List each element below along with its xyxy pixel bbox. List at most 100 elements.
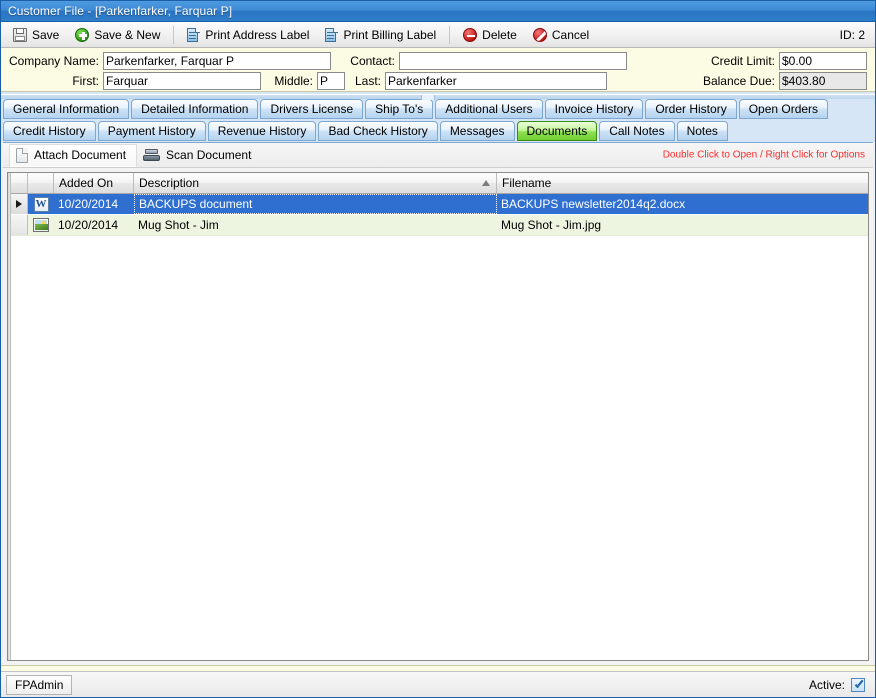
word-document-icon (33, 196, 49, 212)
table-row[interactable]: 10/20/2014 BACKUPS document BACKUPS news… (11, 194, 868, 215)
floppy-disk-icon (13, 27, 27, 42)
active-label: Active: (808, 677, 845, 692)
tab-strip-divider (1, 94, 875, 100)
toolbar-separator-1 (173, 25, 175, 44)
documents-grid: Added On Description Filename W 10/20/20… (7, 172, 869, 661)
row-filename-cell: BACKUPS newsletter2014q2.docx (501, 197, 686, 211)
grid-header-file-icon (28, 173, 54, 193)
form-right-column: Credit Limit: Balance Due: (679, 48, 875, 91)
documents-action-bar: Attach Document Scan Document Double Cli… (3, 143, 873, 168)
scan-document-button[interactable]: Scan Document (137, 144, 261, 167)
image-file-icon (33, 218, 49, 232)
save-button-label: Save (32, 27, 60, 42)
status-bar: FPAdmin Active: (1, 671, 875, 697)
grid-header-label: Added On (59, 176, 114, 190)
print-label-icon (325, 27, 339, 42)
row-description-cell: Mug Shot - Jim (138, 218, 219, 232)
grid-header-description[interactable]: Description (134, 173, 497, 193)
tab-label: General Information (13, 102, 120, 116)
print-address-label-button[interactable]: Print Address Label (179, 24, 317, 46)
grid-header-added-on[interactable]: Added On (54, 173, 134, 193)
middle-name-input[interactable] (317, 71, 345, 90)
tab-label: Detailed Information (141, 102, 249, 116)
credit-limit-input[interactable] (779, 51, 867, 70)
scan-document-button-label: Scan Document (166, 148, 252, 162)
tab-label: Documents (526, 124, 588, 138)
attach-document-button[interactable]: Attach Document (9, 143, 138, 167)
grid-left-indicator-strip (8, 173, 11, 660)
grid-header-filename[interactable]: Filename (497, 173, 868, 193)
tab-additional-users[interactable]: Additional Users (435, 99, 543, 119)
cancel-button-label: Cancel (551, 27, 590, 42)
name-row: First: Middle: Last: (5, 71, 679, 90)
tab-documents[interactable]: Documents (516, 121, 598, 141)
credit-limit-label: Credit Limit: (710, 53, 775, 68)
documents-tab-page: Attach Document Scan Document Double Cli… (3, 142, 873, 665)
print-address-label-button-label: Print Address Label (205, 27, 310, 42)
grid-header-label: Filename (502, 176, 552, 190)
row-added-on-cell: 10/20/2014 (58, 197, 119, 211)
tab-label: Credit History (13, 124, 86, 138)
grid-body: 10/20/2014 BACKUPS document BACKUPS news… (11, 194, 868, 660)
tab-credit-history[interactable]: Credit History (3, 121, 96, 141)
cancel-button[interactable]: Cancel (525, 24, 597, 46)
table-row[interactable]: 10/20/2014 Mug Shot - Jim Mug Shot - Jim… (11, 215, 868, 236)
tab-ship-tos[interactable]: Ship To's (365, 99, 434, 119)
print-billing-label-button[interactable]: Print Billing Label (317, 24, 444, 46)
sort-ascending-icon (482, 180, 490, 186)
tab-invoice-history[interactable]: Invoice History (544, 99, 644, 119)
middle-name-label: Middle: (274, 73, 313, 88)
current-row-caret-icon (16, 200, 22, 208)
save-and-new-button[interactable]: Save & New (67, 24, 168, 46)
tab-row-1: General Information Detailed Information… (1, 99, 875, 120)
grid-header-row-indicator (11, 173, 28, 193)
tab-strip-scroll-thumb[interactable] (421, 95, 435, 100)
grid-header-row: Added On Description Filename (11, 173, 868, 194)
tab-row-2: Credit History Payment History Revenue H… (1, 121, 875, 142)
tab-label: Bad Check History (328, 124, 428, 138)
tab-detailed-information[interactable]: Detailed Information (131, 99, 259, 119)
row-indicator-cell (11, 194, 28, 214)
tab-general-information[interactable]: General Information (3, 99, 130, 119)
red-slash-circle-icon (532, 27, 547, 42)
tab-order-history[interactable]: Order History (645, 99, 737, 119)
grid-header-label: Description (139, 176, 200, 190)
balance-due-label: Balance Due: (702, 73, 775, 88)
document-icon (16, 147, 28, 163)
current-user-cell: FPAdmin (6, 674, 73, 695)
tab-label: Payment History (107, 124, 196, 138)
tab-notes[interactable]: Notes (676, 121, 728, 141)
tab-open-orders[interactable]: Open Orders (738, 99, 829, 119)
contact-label: Contact: (350, 53, 395, 68)
balance-due-value (779, 71, 867, 90)
delete-button[interactable]: Delete (455, 24, 525, 46)
tab-label: Messages (449, 124, 505, 138)
tab-label: Order History (655, 102, 727, 116)
balance-due-row: Balance Due: (679, 71, 867, 90)
tab-drivers-license[interactable]: Drivers License (260, 99, 364, 119)
tab-label: Call Notes (609, 124, 665, 138)
active-checkbox[interactable] (851, 677, 865, 692)
first-name-input[interactable] (103, 71, 261, 90)
scanner-icon (143, 149, 161, 161)
tab-revenue-history[interactable]: Revenue History (207, 121, 317, 141)
tab-bad-check-history[interactable]: Bad Check History (318, 121, 438, 141)
last-name-label: Last: (354, 73, 381, 88)
main-toolbar: Save Save & New Print Address Label Prin… (1, 22, 875, 48)
row-filename-cell: Mug Shot - Jim.jpg (501, 218, 602, 232)
credit-limit-row: Credit Limit: (679, 51, 867, 70)
window-titlebar: Customer File - [Parkenfarker, Farquar P… (1, 1, 875, 22)
print-billing-label-button-label: Print Billing Label (343, 27, 437, 42)
save-button[interactable]: Save (5, 24, 67, 46)
last-name-input[interactable] (385, 71, 607, 90)
grid-usage-hint: Double Click to Open / Right Click for O… (662, 149, 865, 161)
contact-input[interactable] (399, 51, 627, 70)
tab-messages[interactable]: Messages (439, 121, 515, 141)
tab-payment-history[interactable]: Payment History (97, 121, 206, 141)
row-description-cell: BACKUPS document (134, 194, 497, 214)
current-user-label: FPAdmin (15, 677, 64, 692)
tab-call-notes[interactable]: Call Notes (599, 121, 675, 141)
company-name-input[interactable] (103, 51, 331, 70)
row-added-on-cell: 10/20/2014 (58, 218, 119, 232)
first-name-label: First: (72, 73, 99, 88)
